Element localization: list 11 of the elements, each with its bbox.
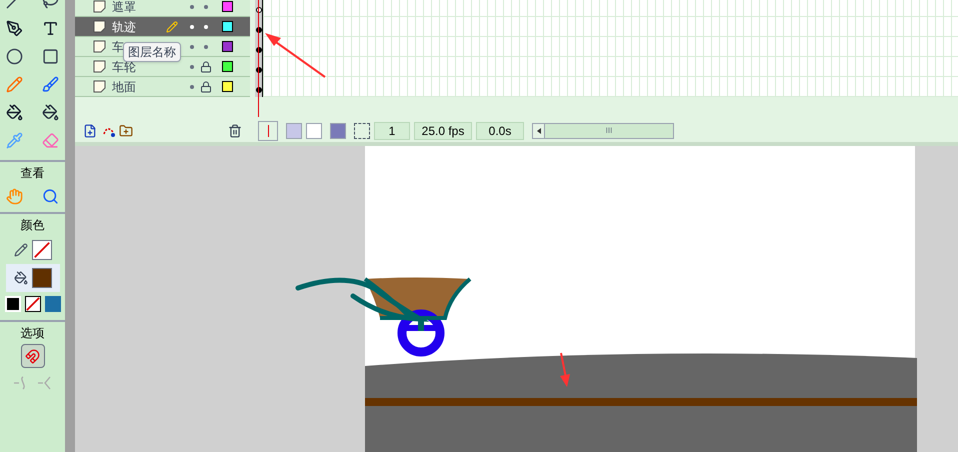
layer-name: 地面 [112,78,136,96]
tooltip: 图层名称 [123,42,181,62]
section-title: 选项 [20,325,44,342]
section-title: 查看 [20,165,44,182]
section-title: 颜色 [20,217,44,234]
layer-name: 车 [112,38,124,56]
frame-rate: 25.0 fps [414,122,472,140]
layer-name: 轨迹 [112,18,136,36]
elapsed-time: 0.0s [476,122,524,140]
layer-name: 遮罩 [112,0,136,16]
current-frame: 1 [374,122,410,140]
